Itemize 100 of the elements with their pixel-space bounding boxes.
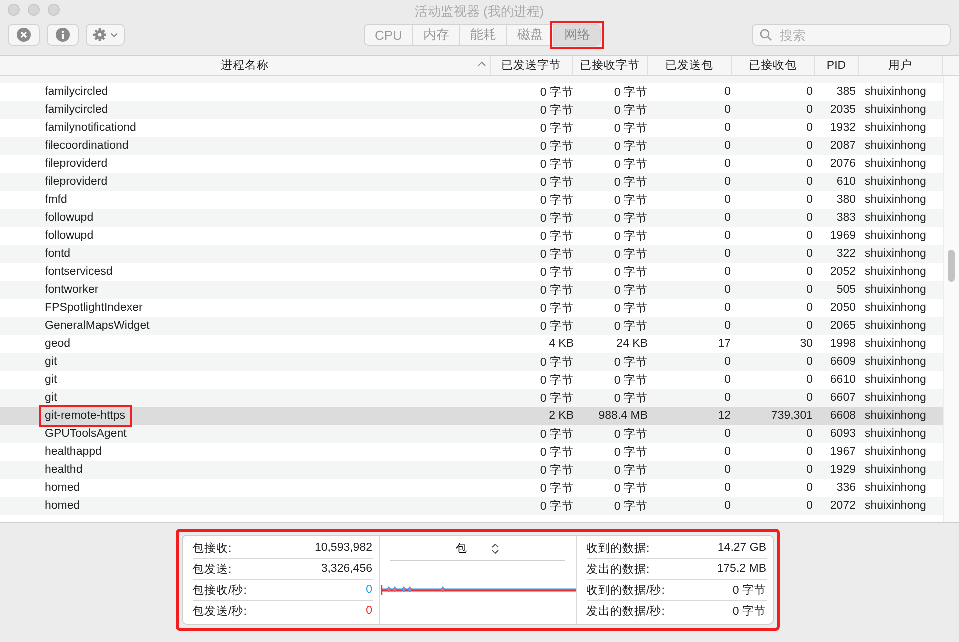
table-cell-text: 739,301	[770, 410, 814, 422]
window-control-button[interactable]	[28, 4, 40, 16]
process-row[interactable]: fontd 0 字节 0 字节 0 0 322 shuixinhong	[0, 245, 943, 263]
table-cell-text: 0	[806, 446, 814, 458]
process-row[interactable]: git 0 字节 0 字节 0 0 6609 shuixinhong	[0, 353, 943, 371]
process-row[interactable]: healthd 0 字节 0 字节 0 0 1929 shuixinhong	[0, 461, 943, 479]
table-cell-text: 0 字节	[539, 157, 575, 172]
process-row[interactable]: GeneralMapsWidget 0 字节 0 字节 0 0 2065 shuixinhong	[0, 317, 943, 335]
process-row[interactable]: followupd 0 字节 0 字节 0 0 383 shuixinhong	[0, 209, 943, 227]
process-row[interactable]: fontservicesd 0 字节 0 字节 0 0 2052 shuixinhong	[0, 263, 943, 281]
process-row[interactable]: familycircled 0 字节 0 字节 0 0 2035 shuixinhong	[0, 101, 943, 119]
table-cell-text: 0 字节	[539, 103, 575, 118]
process-row[interactable]: fontworker 0 字节 0 字节 0 0 505 shuixinhong	[0, 281, 943, 299]
process-row[interactable]: GPUToolsAgent 0 字节 0 字节 0 0 6093 shuixinhong	[0, 425, 943, 443]
table-cell-text: 0 字节	[539, 175, 575, 190]
chart-type-dropdown[interactable]: 包	[390, 539, 565, 561]
table-cell-text: 0 字节	[613, 391, 649, 406]
process-row[interactable]: git 0 字节 0 字节 0 0 6610 shuixinhong	[0, 371, 943, 389]
table-cell-text: shuixinhong	[864, 500, 928, 512]
table-cell-text: 2050	[829, 302, 857, 314]
process-row[interactable]: fileproviderd 0 字节 0 字节 0 0 610 shuixinhong	[0, 173, 943, 191]
close-icon	[17, 28, 31, 42]
info-icon	[56, 28, 70, 42]
table-cell-text: 0	[724, 356, 732, 368]
stat-label: 包接收:	[192, 542, 232, 556]
table-cell-text: 380	[836, 194, 857, 206]
window-control-button[interactable]	[48, 4, 60, 16]
table-cell-text: 0	[724, 140, 732, 152]
table-cell-text: shuixinhong	[864, 374, 928, 386]
table-cell-text: 0	[806, 86, 814, 98]
process-row[interactable]: homed 0 字节 0 字节 0 0 336 shuixinhong	[0, 479, 943, 497]
table-cell-text: 0 字节	[613, 283, 649, 298]
table-cell-text: shuixinhong	[864, 446, 928, 458]
process-row[interactable]: git 0 字节 0 字节 0 0 6607 shuixinhong	[0, 389, 943, 407]
process-row[interactable]: followupd 0 字节 0 字节 0 0 1969 shuixinhong	[0, 227, 943, 245]
search-field[interactable]: 搜索	[752, 24, 951, 46]
column-header[interactable]: 已接收字节	[573, 56, 648, 75]
table-cell-text: shuixinhong	[864, 482, 928, 494]
table-cell-text: 0 字节	[613, 499, 649, 514]
process-row[interactable]: geod 4 KB 24 KB 17 30 1998 shuixinhong	[0, 335, 943, 353]
process-row[interactable]: fmfd 0 字节 0 字节 0 0 380 shuixinhong	[0, 191, 943, 209]
process-row[interactable]: homed 0 字节 0 字节 0 0 2072 shuixinhong	[0, 497, 943, 515]
table-cell-text: 0	[724, 482, 732, 494]
table-cell-text: 2076	[829, 158, 857, 170]
table-cell-text: 0	[806, 320, 814, 332]
process-row[interactable]: familynotificationd 0 字节 0 字节 0 0 1932 shuixinhong	[0, 119, 943, 137]
table-cell-text: homed	[44, 481, 82, 495]
table-cell-text: familycircled	[44, 85, 110, 99]
info-button[interactable]	[47, 24, 79, 46]
table-cell-text: 0	[806, 194, 814, 206]
table-cell-text: 1932	[829, 122, 857, 134]
process-row[interactable]: healthappd 0 字节 0 字节 0 0 1967 shuixinhong	[0, 443, 943, 461]
stop-process-button[interactable]	[8, 24, 40, 46]
table-cell-text: 0 字节	[539, 283, 575, 298]
table-cell-text: 0	[806, 284, 814, 296]
table-cell-text: 6610	[829, 374, 857, 386]
table-cell-text: 0 字节	[539, 247, 575, 262]
process-row[interactable]: git-remote-https 2 KB 988.4 MB 12 739,301 6608 shuixinhong	[0, 407, 943, 425]
table-cell-text: 0 字节	[539, 121, 575, 136]
table-cell-text: git	[44, 373, 58, 387]
table-cell-text: 0 字节	[613, 85, 649, 100]
table-cell-text: 0	[806, 428, 814, 440]
table-cell-text: followupd	[44, 211, 95, 225]
scrollbar[interactable]	[943, 76, 959, 522]
table-cell-text: 0	[806, 500, 814, 512]
stat-value: 10,593,982	[314, 542, 372, 554]
process-row[interactable]: fileproviderd 0 字节 0 字节 0 0 2076 shuixinhong	[0, 155, 943, 173]
table-cell-text: shuixinhong	[864, 302, 928, 314]
column-header[interactable]: 已接收包	[732, 56, 815, 75]
table-cell-text: 0	[724, 212, 732, 224]
table-cell-text: 0 字节	[539, 85, 575, 100]
stat-value: 0 字节	[732, 604, 766, 618]
table-cell-text: GPUToolsAgent	[44, 427, 128, 441]
table-cell-text: 6608	[829, 410, 857, 422]
settings-menu-button[interactable]	[86, 24, 125, 46]
column-header[interactable]: 已发送包	[648, 56, 732, 75]
table-cell-text: 0 字节	[539, 373, 575, 388]
table-cell-text: shuixinhong	[864, 86, 928, 98]
column-header[interactable]: 用户	[859, 56, 943, 75]
table-cell-text: 0 字节	[539, 463, 575, 478]
table-cell-text: familynotificationd	[44, 121, 138, 135]
table-cell-text: shuixinhong	[864, 176, 928, 188]
column-header[interactable]: 进程名称	[0, 56, 491, 75]
table-cell-text: 6609	[829, 356, 857, 368]
table-cell-text: shuixinhong	[864, 230, 928, 242]
table-cell-text: 0	[724, 320, 732, 332]
table-cell-text: 0	[724, 446, 732, 458]
table-cell-text: 0	[724, 122, 732, 134]
process-row[interactable]: familycircled 0 字节 0 字节 0 0 385 shuixinhong	[0, 83, 943, 101]
window-control-button[interactable]	[8, 4, 20, 16]
process-row[interactable]: FPSpotlightIndexer 0 字节 0 字节 0 0 2050 shuixinhong	[0, 299, 943, 317]
column-header[interactable]: PID	[815, 56, 859, 75]
table-cell-text: 0 字节	[613, 265, 649, 280]
table-cell-text: 0	[724, 230, 732, 242]
process-row[interactable]: filecoordinationd 0 字节 0 字节 0 0 2087 shuixinhong	[0, 137, 943, 155]
table-cell-text: 17	[717, 338, 732, 350]
table-cell-text: 0	[806, 212, 814, 224]
stat-value: 0	[366, 584, 372, 596]
table-cell-text: 988.4 MB	[598, 410, 649, 422]
column-header[interactable]: 已发送字节	[491, 56, 573, 75]
